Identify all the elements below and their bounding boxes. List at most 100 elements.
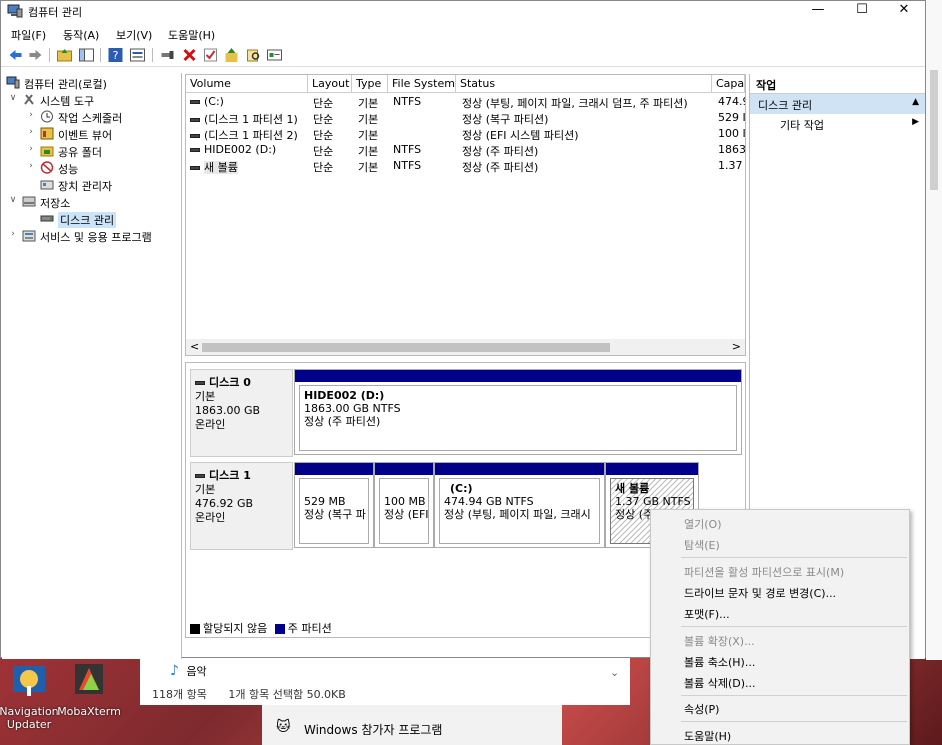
menu-item-change-letter[interactable]: 드라이브 문자 및 경로 변경(C)... [684, 585, 836, 601]
performance-icon [40, 161, 54, 174]
menu-item-explore[interactable]: 탐색(E) [684, 537, 720, 553]
scroll-right-arrow[interactable]: > [732, 340, 741, 353]
disk-name: 디스크 1 [209, 469, 251, 482]
menu-action[interactable]: 동작(A) [63, 27, 99, 43]
partition-bar [295, 463, 373, 475]
volume-icon [190, 100, 200, 104]
partition-efi[interactable]: 100 MB 정상 (EFI [374, 462, 434, 548]
expand-right-icon[interactable]: ▶ [912, 117, 919, 127]
import-icon[interactable] [223, 47, 240, 63]
find-icon[interactable] [245, 47, 262, 63]
horizontal-scrollbar[interactable]: < > [186, 339, 745, 355]
menu-separator [681, 695, 907, 696]
chevron-right-icon[interactable]: › [26, 144, 36, 154]
up-folder-icon[interactable] [56, 47, 73, 63]
table-row[interactable]: (디스크 1 파티션 1) 단순 기본 정상 (복구 파티션) 529 I [186, 110, 745, 126]
menu-item-extend[interactable]: 볼륨 확장(X)... [684, 633, 755, 649]
table-row[interactable]: HIDE002 (D:) 단순 기본 NTFS 정상 (주 파티션) 1863 [186, 142, 745, 158]
title-bar[interactable]: 컴퓨터 관리 — ☐ ✕ [1, 1, 925, 23]
partition-recovery[interactable]: 529 MB 정상 (복구 파 [294, 462, 374, 548]
chevron-down-icon[interactable]: ∨ [8, 195, 18, 205]
insider-program-bar[interactable]: 🐱 Windows 참가자 프로그램 [262, 705, 562, 745]
scroll-thumb[interactable] [930, 70, 938, 190]
partition-c[interactable]: (C:) 474.94 GB NTFS 정상 (부팅, 페이지 파일, 크래시 [434, 462, 605, 548]
maximize-button[interactable]: ☐ [841, 1, 883, 21]
tree-label: 디스크 관리 [58, 212, 117, 228]
chevron-down-icon[interactable]: ⌄ [610, 666, 619, 679]
tree-label: 공유 폴더 [58, 146, 102, 159]
partition-status: 정상 (복구 파 [304, 508, 366, 521]
column-header-status[interactable]: Status [456, 75, 712, 93]
disk-0-label[interactable]: 디스크 0 기본 1863.00 GB 온라인 [190, 369, 293, 457]
tree-item-event-viewer[interactable]: › 이벤트 뷰어 [26, 126, 182, 142]
forward-icon[interactable] [27, 47, 44, 63]
tree-item-disk-management[interactable]: 디스크 관리 [26, 211, 182, 228]
tree-item-root[interactable]: 컴퓨터 관리(로컬) [6, 75, 182, 91]
layout-cell: 단순 [313, 161, 334, 174]
tools-icon [24, 94, 34, 105]
item-count: 118개 항목 [152, 688, 207, 701]
tree-item-storage[interactable]: ∨ 저장소 [8, 194, 182, 210]
close-button[interactable]: ✕ [883, 1, 925, 21]
minimize-button[interactable]: — [797, 1, 839, 21]
actions-group-label: 디스크 관리 [758, 99, 813, 112]
partition-title [304, 482, 364, 495]
menu-view[interactable]: 보기(V) [116, 27, 152, 43]
show-hide-tree-icon[interactable] [78, 47, 95, 63]
menu-item-help[interactable]: 도움말(H) [684, 728, 731, 744]
tree-item-services[interactable]: › 서비스 및 응용 프로그램 [8, 228, 182, 244]
menu-item-shrink[interactable]: 볼륨 축소(H)... [684, 654, 755, 670]
connect-icon[interactable] [159, 47, 176, 63]
column-header-layout[interactable]: Layout [308, 75, 352, 93]
tree-item-system-tools[interactable]: ∨ 시스템 도구 [8, 92, 182, 108]
event-viewer-icon [40, 127, 54, 140]
export-list-icon[interactable] [266, 47, 283, 63]
partition-hide002[interactable]: HIDE002 (D:) 1863.00 GB NTFS 정상 (주 파티션) [294, 369, 742, 455]
back-icon[interactable] [7, 47, 24, 63]
menu-item-properties[interactable]: 속성(P) [684, 701, 719, 717]
menu-help[interactable]: 도움말(H) [168, 27, 215, 43]
chevron-right-icon[interactable]: › [26, 161, 36, 171]
music-folder-entry[interactable]: ♪ 음악 [170, 663, 207, 679]
column-header-capacity[interactable]: Capa [712, 75, 745, 93]
legend-unallocated: 할당되지 않음 [203, 622, 268, 635]
menu-separator [681, 626, 907, 627]
table-row[interactable]: (디스크 1 파티션 2) 단순 기본 정상 (EFI 시스템 파티션) 100… [186, 126, 745, 142]
delete-icon[interactable] [181, 47, 198, 63]
layout-cell: 단순 [313, 145, 334, 158]
menu-file[interactable]: 파일(F) [11, 27, 46, 43]
column-header-file-system[interactable]: File System [388, 75, 456, 93]
disk-1-label[interactable]: 디스크 1 기본 476.92 GB 온라인 [190, 462, 293, 550]
help-icon[interactable]: ? [107, 47, 124, 63]
capacity-cell: 100 I [718, 127, 745, 140]
chevron-down-icon[interactable]: ∨ [8, 93, 18, 103]
properties-icon[interactable] [129, 47, 146, 63]
chevron-right-icon[interactable]: › [8, 229, 18, 239]
collapse-icon[interactable]: ▲ [912, 97, 919, 107]
table-row[interactable]: (C:) 단순 기본 NTFS 정상 (부팅, 페이지 파일, 크래시 덤프, … [186, 94, 745, 110]
tree-item-performance[interactable]: › 성능 [26, 160, 182, 176]
actions-group-disk-management[interactable]: 디스크 관리 ▲ [750, 94, 925, 114]
desktop-icon-mobaxterm[interactable]: MobaXterm [50, 660, 128, 718]
tree-item-device-manager[interactable]: 장치 관리자 [26, 177, 182, 193]
tree-item-shared-folders[interactable]: › 공유 폴더 [26, 143, 182, 159]
table-row[interactable]: 새 볼륨 단순 기본 NTFS 정상 (주 파티션) 1.37 [186, 158, 745, 174]
scroll-thumb[interactable] [202, 343, 610, 352]
layout-cell: 단순 [313, 113, 334, 126]
actions-more[interactable]: 기타 작업 ▶ [750, 114, 925, 134]
chevron-right-icon[interactable]: › [26, 110, 36, 120]
check-icon[interactable] [202, 47, 219, 63]
scroll-left-arrow[interactable]: < [190, 340, 199, 353]
menu-item-open[interactable]: 열기(O) [684, 516, 721, 532]
tree-item-task-scheduler[interactable]: › 작업 스케줄러 [26, 109, 182, 125]
menu-item-delete[interactable]: 볼륨 삭제(D)... [684, 675, 756, 691]
tree-label: 작업 스케줄러 [58, 112, 123, 125]
status-cell: 정상 (복구 파티션) [462, 113, 549, 126]
column-header-volume[interactable]: Volume [186, 75, 308, 93]
status-cell: 정상 (부팅, 페이지 파일, 크래시 덤프, 주 파티션) [462, 97, 688, 110]
menu-item-format[interactable]: 포맷(F)... [684, 606, 730, 622]
column-header-type[interactable]: Type [352, 75, 388, 93]
storage-icon [22, 196, 36, 207]
menu-item-mark-active[interactable]: 파티션을 활성 파티션으로 표시(M) [684, 564, 844, 580]
chevron-right-icon[interactable]: › [26, 127, 36, 137]
